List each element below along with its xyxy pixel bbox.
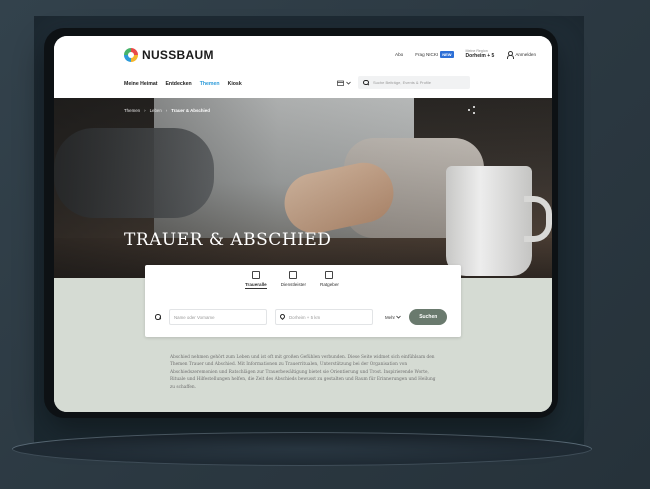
login-label: Anmelden [515, 52, 536, 58]
tab-dienstleister-label: Dienstleister [280, 282, 306, 287]
nav-item-entdecken[interactable]: Entdecken [165, 81, 191, 87]
more-label: Mehr [385, 314, 396, 320]
book-icon [325, 271, 334, 279]
new-badge: NEW [440, 51, 454, 59]
tab-ratgeber[interactable]: Ratgeber [320, 271, 339, 289]
hero-shade [54, 98, 552, 278]
search-card: Traueralle Dienstleister Ratgeber Name o… [145, 265, 461, 337]
nav-item-meine-heimat[interactable]: Meine Heimat [124, 81, 157, 87]
tablet-screen: NUSSBAUM Abo Frag NICKI NEW Meine Region … [54, 36, 552, 412]
tab-traueralle-label: Traueralle [245, 282, 267, 287]
chevron-down-icon [396, 315, 402, 319]
search-placeholder: Suche Beiträge, Events & Profile [373, 80, 432, 85]
brand-name: NUSSBAUM [142, 48, 214, 62]
search-scope-select[interactable] [334, 80, 354, 86]
share-icon[interactable] [468, 106, 476, 115]
tab-traueralle[interactable]: Traueralle [245, 271, 267, 289]
region-value: Dorheim + 5 [465, 52, 495, 59]
chevron-down-icon [346, 81, 351, 85]
breadcrumb-separator: › [165, 108, 168, 113]
more-filters-toggle[interactable]: Mehr [385, 314, 402, 320]
main-nav: Meine Heimat Entdecken Themen Kiosk [124, 81, 242, 87]
user-icon [506, 51, 514, 59]
location-pin-logo-icon [124, 48, 138, 62]
top-links: Abo Frag NICKI NEW Meine Region Dorheim +… [395, 49, 536, 59]
frag-nicki-label: Frag NICKI [415, 52, 439, 58]
candle-icon [251, 271, 260, 279]
location-pin-icon [280, 314, 285, 320]
abo-link[interactable]: Abo [395, 52, 403, 57]
handshake-icon [289, 271, 298, 279]
tab-dienstleister[interactable]: Dienstleister [281, 271, 306, 289]
breadcrumb-separator: › [144, 108, 146, 113]
breadcrumb-item-leben[interactable]: Leben [150, 108, 162, 113]
breadcrumb-item-themen[interactable]: Themen [124, 108, 140, 113]
name-placeholder: Name oder Vorname [174, 314, 215, 320]
calendar-icon [337, 80, 344, 86]
search-submit-button[interactable]: Suchen [409, 309, 448, 325]
login-link[interactable]: Anmelden [506, 51, 536, 59]
region-selector[interactable]: Meine Region Dorheim + 5 [465, 49, 495, 59]
search-tabs: Traueralle Dienstleister Ratgeber [245, 271, 339, 289]
search-icon [155, 314, 161, 320]
search-input[interactable]: Suche Beiträge, Events & Profile [358, 76, 470, 89]
header-search: Suche Beiträge, Events & Profile [334, 76, 470, 89]
site-header: NUSSBAUM Abo Frag NICKI NEW Meine Region … [54, 36, 552, 98]
search-icon [363, 79, 369, 86]
nav-item-kiosk[interactable]: Kiosk [228, 81, 242, 87]
page-title: TRAUER & ABSCHIED [124, 230, 332, 250]
tab-ratgeber-label: Ratgeber [320, 282, 339, 287]
intro-text: Abschied nehmen gehört zum Leben und ist… [170, 355, 436, 390]
location-value: Dorheim + 5 km [289, 314, 321, 320]
floor-reflection [12, 432, 592, 466]
search-fields: Name oder Vorname Dorheim + 5 km Mehr Su… [155, 309, 448, 325]
location-input[interactable]: Dorheim + 5 km [275, 309, 373, 325]
breadcrumb: Themen › Leben › Trauer & Abschied [124, 108, 210, 113]
breadcrumb-item-current: Trauer & Abschied [171, 108, 210, 113]
nav-item-themen[interactable]: Themen [200, 81, 220, 87]
site-logo[interactable]: NUSSBAUM [124, 48, 214, 62]
name-input[interactable]: Name oder Vorname [169, 309, 267, 325]
hero-image: Themen › Leben › Trauer & Abschied TRAUE… [54, 98, 552, 278]
frag-nicki-link[interactable]: Frag NICKI NEW [415, 51, 454, 59]
